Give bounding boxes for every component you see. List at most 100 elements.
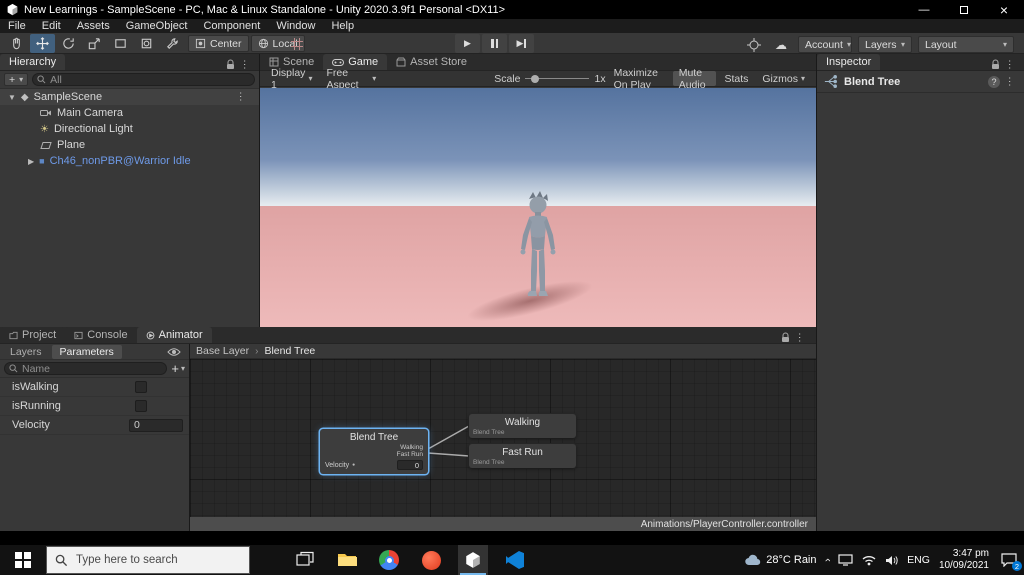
scene-menu-icon[interactable]: … [237,91,249,103]
menu-gameobject[interactable]: GameObject [118,19,196,33]
menu-window[interactable]: Window [268,19,323,33]
rotate-tool-button[interactable] [56,34,81,53]
volume-icon[interactable] [885,555,898,566]
walking-state-node[interactable]: Walking Blend Tree [469,414,576,438]
action-center-button[interactable]: 2 [998,548,1022,572]
breadcrumb-base-layer[interactable]: Base Layer [196,345,249,357]
unity-taskbar-button[interactable] [458,545,488,575]
close-button[interactable]: × [984,0,1024,19]
tab-project[interactable]: Project [0,327,66,343]
app-button-red[interactable] [416,545,446,575]
task-view-button[interactable] [290,545,320,575]
tray-expand-icon[interactable]: › [821,558,833,562]
pause-button[interactable] [482,34,507,53]
tab-asset-store[interactable]: Asset Store [387,54,477,70]
parameter-row-isrunning[interactable]: isRunning [0,397,189,416]
search-icon [9,364,18,373]
pivot-mode-button[interactable]: Center [188,35,249,52]
mute-audio-button[interactable]: Mute Audio [672,67,717,91]
eye-icon[interactable] [167,347,181,357]
node-param-value[interactable]: 0 [397,460,423,470]
vscode-button[interactable] [500,545,530,575]
layers-dropdown[interactable]: Layers ▾ [858,36,912,53]
help-icon[interactable]: ? [988,75,1000,88]
panel-menu-icon[interactable]: … [1006,59,1018,71]
tab-animator[interactable]: Animator [136,327,212,343]
panel-menu-icon[interactable]: … [241,59,253,71]
account-dropdown[interactable]: Account ▾ [798,36,852,53]
blend-tree-node[interactable]: Blend Tree Walking Fast Run Velocity ● 0 [320,429,428,474]
tab-inspector[interactable]: Inspector [817,54,881,70]
weather-widget[interactable]: 28°C Rain [745,554,817,566]
hand-tool-button[interactable] [4,34,29,53]
gizmos-dropdown[interactable]: Gizmos ▾ [756,71,811,86]
mute-audio-label: Mute Audio [678,66,706,91]
wifi-icon[interactable] [862,555,876,566]
tab-console[interactable]: Console [65,327,137,343]
hierarchy-item-prefab[interactable]: ▶ ■ Ch46_nonPBR@Warrior Idle [0,153,259,169]
layers-subtab[interactable]: Layers [2,345,50,359]
play-button[interactable]: ▶ [455,34,480,53]
tab-hierarchy[interactable]: Hierarchy [0,54,66,70]
stats-button[interactable]: Stats [718,71,754,86]
start-button[interactable] [0,545,46,575]
expander-icon[interactable]: ▼ [8,93,16,102]
lock-icon[interactable] [781,332,790,343]
menu-component[interactable]: Component [195,19,268,33]
layout-dropdown[interactable]: Layout ▾ [918,36,1014,53]
fast-run-state-node[interactable]: Fast Run Blend Tree [469,444,576,468]
expander-icon[interactable]: ▶ [28,157,34,166]
game-view[interactable] [260,88,816,327]
parameter-row-velocity[interactable]: Velocity 0 [0,416,189,435]
vscode-icon [506,551,524,569]
scale-slider[interactable] [525,74,590,84]
windows-taskbar: Type here to search 28°C Rain › ENG 3:47… [0,545,1024,575]
animator-graph-canvas[interactable]: Blend Tree Walking Fast Run Velocity ● 0… [190,359,816,517]
parameters-subtab[interactable]: Parameters [51,344,122,359]
slider-handle[interactable] [531,74,540,83]
lock-icon[interactable] [226,59,235,70]
rect-tool-button[interactable] [108,34,133,53]
create-object-button[interactable]: + ▾ [4,73,29,86]
minimize-button[interactable]: — [904,0,944,19]
taskbar-search-input[interactable]: Type here to search [46,546,250,574]
taskbar-clock[interactable]: 3:47 pm 10/09/2021 [939,548,989,572]
hierarchy-item-plane[interactable]: Plane [0,137,259,153]
hierarchy-scene-row[interactable]: ▼ ◆ SampleScene … [0,89,259,105]
hierarchy-item-main-camera[interactable]: Main Camera [0,105,259,121]
hierarchy-item-directional-light[interactable]: ☀ Directional Light [0,121,259,137]
panel-menu-icon[interactable]: … [796,332,808,344]
lock-icon[interactable] [991,59,1000,70]
menu-assets[interactable]: Assets [69,19,118,33]
file-explorer-button[interactable] [332,545,362,575]
render-target-button[interactable] [744,35,764,54]
display-tray-icon[interactable] [838,554,853,566]
add-parameter-button[interactable]: + ▾ [171,361,185,376]
parameter-bool-checkbox[interactable] [135,381,147,393]
step-button[interactable]: ▶ [509,34,534,53]
parameter-bool-checkbox[interactable] [135,400,147,412]
scale-tool-button[interactable] [82,34,107,53]
breadcrumb-blend-tree[interactable]: Blend Tree [264,345,315,357]
maximize-on-play-button[interactable]: Maximize On Play [608,67,671,91]
language-indicator[interactable]: ENG [907,554,930,566]
menu-help[interactable]: Help [323,19,362,33]
move-tool-button[interactable] [30,34,55,53]
asset-menu-icon[interactable]: … [1006,76,1018,88]
display-dropdown[interactable]: Display 1 ▾ [265,67,318,91]
menu-file[interactable]: File [0,19,34,33]
hierarchy-search-input[interactable]: All [32,73,255,86]
menu-edit[interactable]: Edit [34,19,69,33]
transform-tool-button[interactable] [134,34,159,53]
cloud-icon: ☁ [775,37,787,52]
grid-snap-button[interactable] [284,34,309,53]
maximize-button[interactable] [944,0,984,19]
cloud-services-button[interactable]: ☁ [770,35,792,54]
pivot-mode-label: Center [210,37,242,50]
custom-tool-button[interactable] [160,34,185,53]
chrome-button[interactable] [374,545,404,575]
parameters-search-input[interactable]: Name [4,362,168,375]
aspect-dropdown[interactable]: Free Aspect ▾ [320,67,382,91]
parameter-float-field[interactable]: 0 [129,418,183,432]
parameter-row-iswalking[interactable]: isWalking [0,378,189,397]
